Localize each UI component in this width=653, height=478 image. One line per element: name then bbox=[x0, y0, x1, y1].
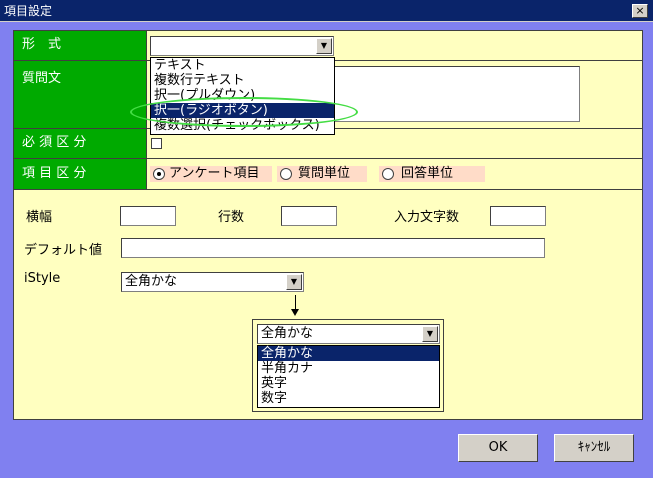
chevron-down-icon[interactable]: ▼ bbox=[422, 326, 438, 342]
rows-label: 行数 bbox=[218, 210, 245, 225]
istyle-option-alpha[interactable]: 英字 bbox=[258, 376, 439, 391]
istyle-popup-value: 全角かな bbox=[261, 326, 314, 341]
format-label: 形 式 bbox=[14, 31, 147, 61]
title-bar bbox=[0, 0, 653, 22]
ok-button[interactable]: OK bbox=[458, 434, 538, 462]
istyle-option-numeric[interactable]: 数字 bbox=[258, 391, 439, 406]
istyle-popup-select[interactable]: 全角かな ▼ bbox=[257, 324, 440, 344]
width-label: 横幅 bbox=[26, 210, 53, 225]
window-title: 項目設定 bbox=[4, 4, 53, 18]
default-value-input[interactable] bbox=[121, 238, 545, 258]
radio-selected-dot bbox=[157, 172, 161, 176]
item-type-label: 項 目 区 分 bbox=[14, 159, 147, 190]
question-label: 質問文 bbox=[14, 61, 147, 129]
format-option-text[interactable]: テキスト bbox=[151, 58, 334, 73]
istyle-select-value: 全角かな bbox=[125, 274, 178, 289]
chars-label: 入力文字数 bbox=[394, 210, 460, 225]
width-input[interactable] bbox=[120, 206, 176, 226]
highlight-ellipse bbox=[130, 97, 358, 127]
close-button[interactable]: × bbox=[632, 4, 648, 18]
chevron-down-icon[interactable]: ▼ bbox=[316, 38, 332, 54]
default-value-label: デフォルト値 bbox=[24, 243, 103, 258]
radio-answer-unit[interactable] bbox=[382, 168, 394, 180]
radio-question-unit[interactable] bbox=[280, 168, 292, 180]
cancel-button[interactable]: ｷｬﾝｾﾙ bbox=[554, 434, 634, 462]
chars-input[interactable] bbox=[490, 206, 546, 226]
istyle-dropdown-list: 全角かな 半角カナ 英字 数字 bbox=[257, 345, 440, 408]
rows-input[interactable] bbox=[281, 206, 337, 226]
istyle-select[interactable]: 全角かな ▼ bbox=[121, 272, 304, 292]
istyle-label: iStyle bbox=[24, 271, 61, 286]
chevron-down-icon[interactable]: ▼ bbox=[286, 274, 302, 290]
format-option-multiline[interactable]: 複数行テキスト bbox=[151, 73, 334, 88]
format-select[interactable]: ▼ bbox=[150, 36, 334, 56]
required-checkbox[interactable] bbox=[151, 138, 162, 149]
radio-label-question: 質問単位 bbox=[298, 166, 351, 181]
istyle-option-hankaku-kana[interactable]: 半角カナ bbox=[258, 361, 439, 376]
istyle-option-zenkaku-kana[interactable]: 全角かな bbox=[258, 346, 439, 361]
required-label: 必 須 区 分 bbox=[14, 129, 147, 159]
radio-label-survey: アンケート項目 bbox=[169, 166, 260, 181]
radio-label-answer: 回答単位 bbox=[401, 166, 454, 181]
radio-survey-item[interactable] bbox=[153, 168, 165, 180]
arrow-down-icon bbox=[291, 309, 299, 316]
